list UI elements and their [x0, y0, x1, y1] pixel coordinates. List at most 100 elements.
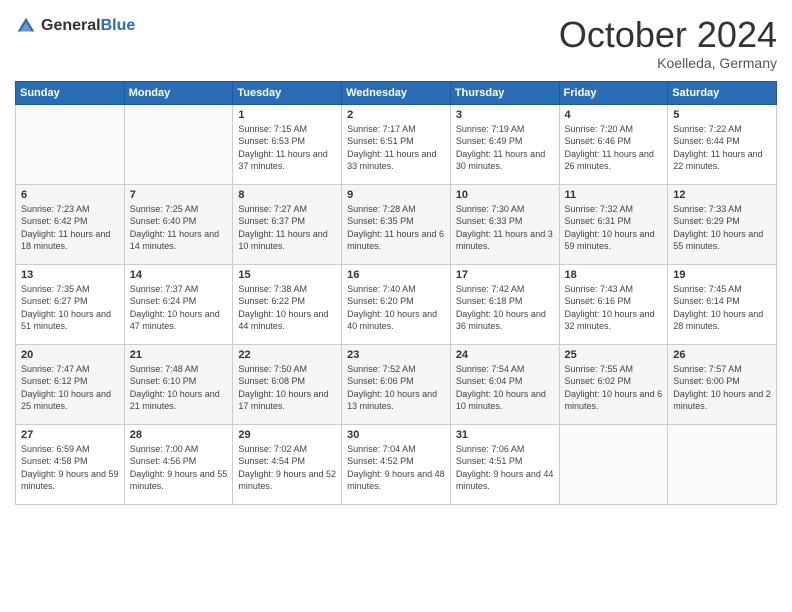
day-number: 6: [21, 189, 119, 201]
day-number: 22: [238, 349, 336, 361]
day-number: 5: [673, 109, 771, 121]
day-number: 9: [347, 189, 445, 201]
day-detail: Sunrise: 7:17 AMSunset: 6:51 PMDaylight:…: [347, 123, 445, 173]
day-number: 26: [673, 349, 771, 361]
calendar-cell: 19 Sunrise: 7:45 AMSunset: 6:14 PMDayligh…: [668, 264, 777, 344]
calendar-week-2: 6Sunrise: 7:23 AMSunset: 6:42 PMDaylight…: [16, 184, 777, 264]
calendar-cell: 6Sunrise: 7:23 AMSunset: 6:42 PMDaylight…: [16, 184, 125, 264]
day-detail: Sunrise: 7:06 AMSunset: 4:51 PMDaylight:…: [456, 443, 554, 493]
calendar-cell: 12 Sunrise: 7:33 AMSunset: 6:29 PMDayligh…: [668, 184, 777, 264]
calendar-cell: 20Sunrise: 7:47 AMSunset: 6:12 PMDayligh…: [16, 344, 125, 424]
day-detail: Sunrise: 7:50 AMSunset: 6:08 PMDaylight:…: [238, 363, 336, 413]
calendar-cell: 21 Sunrise: 7:48 AMSunset: 6:10 PMDayligh…: [124, 344, 233, 424]
day-detail: Sunrise: 7:35 AMSunset: 6:27 PMDaylight:…: [21, 283, 119, 333]
day-number: 24: [456, 349, 554, 361]
day-number: 29: [238, 429, 336, 441]
day-number: 3: [456, 109, 554, 121]
day-detail: Sunrise: 7:55 AMSunset: 6:02 PMDaylight:…: [565, 363, 663, 413]
header-saturday: Saturday: [668, 81, 777, 104]
calendar-cell: 5 Sunrise: 7:22 AMSunset: 6:44 PMDaylight…: [668, 104, 777, 184]
day-detail: Sunrise: 7:22 AMSunset: 6:44 PMDaylight:…: [673, 123, 771, 173]
logo-general: General: [41, 17, 101, 34]
calendar-cell: 10 Sunrise: 7:30 AMSunset: 6:33 PMDayligh…: [450, 184, 559, 264]
calendar-cell: 1Sunrise: 7:15 AMSunset: 6:53 PMDaylight…: [233, 104, 342, 184]
day-detail: Sunrise: 7:28 AMSunset: 6:35 PMDaylight:…: [347, 203, 445, 253]
day-detail: Sunrise: 6:59 AMSunset: 4:58 PMDaylight:…: [21, 443, 119, 493]
day-detail: Sunrise: 7:40 AMSunset: 6:20 PMDaylight:…: [347, 283, 445, 333]
day-number: 21: [130, 349, 228, 361]
calendar-cell: 26 Sunrise: 7:57 AMSunset: 6:00 PMDayligh…: [668, 344, 777, 424]
day-number: 18: [565, 269, 663, 281]
page-header: GeneralBlue October 2024 Koelleda, Germa…: [15, 15, 777, 71]
month-title: October 2024: [559, 15, 777, 55]
calendar-cell: [668, 424, 777, 504]
calendar-table: SundayMondayTuesdayWednesdayThursdayFrid…: [15, 81, 777, 505]
calendar-cell: 18 Sunrise: 7:43 AMSunset: 6:16 PMDayligh…: [559, 264, 668, 344]
day-detail: Sunrise: 7:19 AMSunset: 6:49 PMDaylight:…: [456, 123, 554, 173]
day-detail: Sunrise: 7:52 AMSunset: 6:06 PMDaylight:…: [347, 363, 445, 413]
calendar-cell: 4 Sunrise: 7:20 AMSunset: 6:46 PMDaylight…: [559, 104, 668, 184]
calendar-cell: 24 Sunrise: 7:54 AMSunset: 6:04 PMDayligh…: [450, 344, 559, 424]
day-number: 14: [130, 269, 228, 281]
day-detail: Sunrise: 7:48 AMSunset: 6:10 PMDaylight:…: [130, 363, 228, 413]
calendar-cell: 23Sunrise: 7:52 AMSunset: 6:06 PMDayligh…: [342, 344, 451, 424]
calendar-cell: 22 Sunrise: 7:50 AMSunset: 6:08 PMDayligh…: [233, 344, 342, 424]
calendar-cell: 2 Sunrise: 7:17 AMSunset: 6:51 PMDaylight…: [342, 104, 451, 184]
header-sunday: Sunday: [16, 81, 125, 104]
day-number: 12: [673, 189, 771, 201]
calendar-cell: 11 Sunrise: 7:32 AMSunset: 6:31 PMDayligh…: [559, 184, 668, 264]
logo: GeneralBlue: [15, 15, 135, 37]
day-number: 17: [456, 269, 554, 281]
day-number: 2: [347, 109, 445, 121]
day-number: 11: [565, 189, 663, 201]
day-detail: Sunrise: 7:54 AMSunset: 6:04 PMDaylight:…: [456, 363, 554, 413]
day-detail: Sunrise: 7:33 AMSunset: 6:29 PMDaylight:…: [673, 203, 771, 253]
day-detail: Sunrise: 7:15 AMSunset: 6:53 PMDaylight:…: [238, 123, 336, 173]
day-number: 30: [347, 429, 445, 441]
day-number: 28: [130, 429, 228, 441]
location-title: Koelleda, Germany: [559, 55, 777, 71]
header-tuesday: Tuesday: [233, 81, 342, 104]
calendar-week-3: 13 Sunrise: 7:35 AMSunset: 6:27 PMDayligh…: [16, 264, 777, 344]
day-detail: Sunrise: 7:00 AMSunset: 4:56 PMDaylight:…: [130, 443, 228, 493]
calendar-cell: [559, 424, 668, 504]
day-number: 19: [673, 269, 771, 281]
day-detail: Sunrise: 7:30 AMSunset: 6:33 PMDaylight:…: [456, 203, 554, 253]
day-detail: Sunrise: 7:43 AMSunset: 6:16 PMDaylight:…: [565, 283, 663, 333]
day-detail: Sunrise: 7:04 AMSunset: 4:52 PMDaylight:…: [347, 443, 445, 493]
day-number: 15: [238, 269, 336, 281]
calendar-cell: 15 Sunrise: 7:38 AMSunset: 6:22 PMDayligh…: [233, 264, 342, 344]
day-number: 4: [565, 109, 663, 121]
calendar-cell: 25Sunrise: 7:55 AMSunset: 6:02 PMDayligh…: [559, 344, 668, 424]
calendar-cell: 9 Sunrise: 7:28 AMSunset: 6:35 PMDaylight…: [342, 184, 451, 264]
day-number: 31: [456, 429, 554, 441]
day-detail: Sunrise: 7:02 AMSunset: 4:54 PMDaylight:…: [238, 443, 336, 493]
calendar-week-4: 20Sunrise: 7:47 AMSunset: 6:12 PMDayligh…: [16, 344, 777, 424]
calendar-week-1: 1Sunrise: 7:15 AMSunset: 6:53 PMDaylight…: [16, 104, 777, 184]
day-detail: Sunrise: 7:20 AMSunset: 6:46 PMDaylight:…: [565, 123, 663, 173]
day-detail: Sunrise: 7:42 AMSunset: 6:18 PMDaylight:…: [456, 283, 554, 333]
day-number: 20: [21, 349, 119, 361]
day-detail: Sunrise: 7:32 AMSunset: 6:31 PMDaylight:…: [565, 203, 663, 253]
calendar-cell: 16Sunrise: 7:40 AMSunset: 6:20 PMDayligh…: [342, 264, 451, 344]
calendar-cell: 3 Sunrise: 7:19 AMSunset: 6:49 PMDaylight…: [450, 104, 559, 184]
day-number: 13: [21, 269, 119, 281]
calendar-cell: 29 Sunrise: 7:02 AMSunset: 4:54 PMDayligh…: [233, 424, 342, 504]
day-number: 7: [130, 189, 228, 201]
calendar-cell: 31 Sunrise: 7:06 AMSunset: 4:51 PMDayligh…: [450, 424, 559, 504]
title-block: October 2024 Koelleda, Germany: [559, 15, 777, 71]
day-number: 27: [21, 429, 119, 441]
calendar-cell: 13 Sunrise: 7:35 AMSunset: 6:27 PMDayligh…: [16, 264, 125, 344]
calendar-cell: 30 Sunrise: 7:04 AMSunset: 4:52 PMDayligh…: [342, 424, 451, 504]
day-detail: Sunrise: 7:57 AMSunset: 6:00 PMDaylight:…: [673, 363, 771, 413]
calendar-header-row: SundayMondayTuesdayWednesdayThursdayFrid…: [16, 81, 777, 104]
day-detail: Sunrise: 7:38 AMSunset: 6:22 PMDaylight:…: [238, 283, 336, 333]
header-wednesday: Wednesday: [342, 81, 451, 104]
day-detail: Sunrise: 7:25 AMSunset: 6:40 PMDaylight:…: [130, 203, 228, 253]
day-number: 10: [456, 189, 554, 201]
calendar-cell: 27 Sunrise: 6:59 AMSunset: 4:58 PMDayligh…: [16, 424, 125, 504]
day-detail: Sunrise: 7:27 AMSunset: 6:37 PMDaylight:…: [238, 203, 336, 253]
calendar-cell: 7 Sunrise: 7:25 AMSunset: 6:40 PMDaylight…: [124, 184, 233, 264]
logo-blue: Blue: [101, 17, 136, 34]
day-detail: Sunrise: 7:45 AMSunset: 6:14 PMDaylight:…: [673, 283, 771, 333]
